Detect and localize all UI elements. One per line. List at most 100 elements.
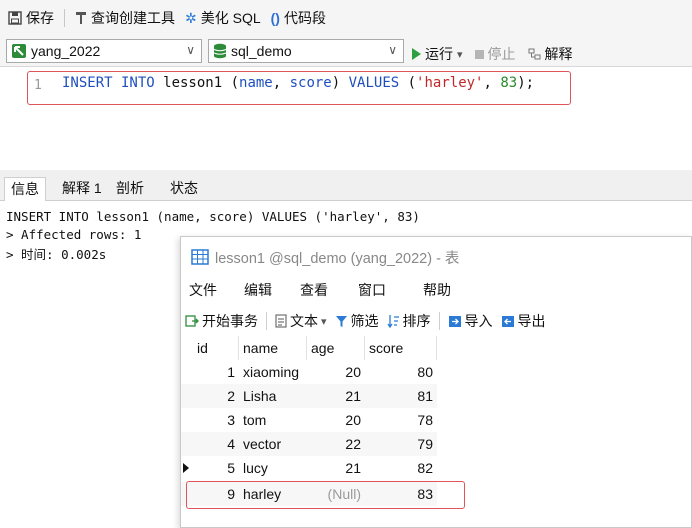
code-snippet-button[interactable]: () 代码段 [271,8,326,28]
save-icon [8,11,22,25]
cell-age[interactable]: 20 [307,360,365,384]
export-button[interactable]: 导出 [501,311,546,331]
cell-age[interactable]: 20 [307,408,365,432]
cell-id[interactable]: 3 [193,408,239,432]
run-button[interactable]: 运行 ▾ [412,44,463,64]
cell-name[interactable]: tom [239,408,307,432]
window-menubar: 文件 编辑 查看 窗口 帮助 [181,277,691,303]
column-header-score[interactable]: score [365,336,437,360]
cell-age[interactable]: 22 [307,432,365,456]
connection-select[interactable]: yang_2022 ∨ [6,39,202,63]
save-button[interactable]: 保存 [8,8,54,28]
beautify-sql-label: 美化 SQL [200,10,261,26]
tab-info[interactable]: 信息 [4,177,46,201]
cell-score[interactable]: 81 [365,384,437,408]
sql-text: ( [399,75,417,91]
sql-keyword: VALUES [348,75,400,91]
magic-wand-icon: ✲ [185,9,197,26]
highlight-box-new-row [186,481,465,509]
connection-name: yang_2022 [31,43,101,59]
table-window[interactable]: lesson1 @sql_demo (yang_2022) - 表 文件 编辑 … [180,236,692,528]
cell-id[interactable]: 5 [193,456,239,480]
table-row[interactable]: 4 vector 22 79 [181,432,437,456]
cell-id[interactable]: 1 [193,360,239,384]
cell-score[interactable]: 79 [365,432,437,456]
filter-icon [335,315,347,327]
tab-status[interactable]: 状态 [164,177,204,201]
text-button[interactable]: 文本 ▾ [275,311,327,331]
menu-window[interactable]: 窗口 [358,280,386,300]
toolbar-divider [266,312,267,330]
query-builder-icon [76,12,86,24]
explain-icon [528,48,541,59]
document-icon [275,314,287,328]
main-toolbar: 保存 查询创建工具 ✲ 美化 SQL () 代码段 [0,0,692,36]
sql-statement[interactable]: INSERT INTO lesson1 (name, score) VALUES… [62,75,534,91]
sort-label: 排序 [402,313,431,329]
chevron-down-icon: ∨ [388,43,397,57]
cell-name[interactable]: lucy [239,456,307,480]
text-dropdown-icon[interactable]: ▾ [321,315,327,328]
cell-score[interactable]: 78 [365,408,437,432]
text-label: 文本 [290,313,318,329]
sort-icon [386,315,399,328]
explain-button[interactable]: 解释 [528,44,573,64]
sort-button[interactable]: 排序 [386,311,431,331]
table-row[interactable]: 1 xiaoming 20 80 [181,360,437,384]
menu-view[interactable]: 查看 [300,280,328,300]
run-label: 运行 [425,46,453,62]
cell-age[interactable]: 21 [307,456,365,480]
sql-editor[interactable]: 1 INSERT INTO lesson1 (name, score) VALU… [0,66,692,170]
cell-age[interactable]: 21 [307,384,365,408]
column-header-age[interactable]: age [307,336,365,360]
tab-explain[interactable]: 解释 1 [56,177,108,201]
table-row[interactable]: 2 Lisha 21 81 [181,384,437,408]
column-header-name[interactable]: name [239,336,307,360]
explain-label: 解释 [544,46,573,62]
beautify-sql-button[interactable]: ✲ 美化 SQL [185,8,261,28]
run-dropdown-icon[interactable]: ▾ [457,48,463,61]
import-button[interactable]: 导入 [448,311,493,331]
output-sql: INSERT INTO lesson1 (name, score) VALUES… [6,209,420,224]
menu-file[interactable]: 文件 [189,280,217,300]
toolbar-divider [64,9,65,27]
connection-bar: yang_2022 ∨ sql_demo ∨ 运行 ▾ 停止 解释 [0,36,692,66]
menu-help[interactable]: 帮助 [423,280,451,300]
import-icon [448,315,461,327]
output-affected-rows: > Affected rows: 1 [6,227,142,242]
import-label: 导入 [464,313,493,329]
cell-id[interactable]: 2 [193,384,239,408]
cell-name[interactable]: vector [239,432,307,456]
sql-text: ); [517,75,535,91]
database-name: sql_demo [231,43,292,59]
table-row[interactable]: 5 lucy 21 82 [181,456,437,480]
cell-id[interactable]: 4 [193,432,239,456]
table-row[interactable]: 3 tom 20 78 [181,408,437,432]
begin-transaction-button[interactable]: 开始事务 [185,311,258,331]
current-row-pointer-icon [183,463,189,473]
filter-label: 筛选 [350,313,379,329]
cell-name[interactable]: xiaoming [239,360,307,384]
tab-profile[interactable]: 剖析 [110,177,150,201]
sql-text: , [483,75,501,91]
sql-string: 'harley' [416,75,484,91]
column-header-id[interactable]: id [193,336,239,360]
window-title: lesson1 @sql_demo (yang_2022) - 表 [215,250,460,267]
transaction-icon [185,315,199,327]
window-title-bar[interactable]: lesson1 @sql_demo (yang_2022) - 表 [181,237,691,277]
connection-icon [12,44,26,58]
stop-button[interactable]: 停止 [474,44,516,64]
export-icon [501,315,514,327]
cell-score[interactable]: 80 [365,360,437,384]
cell-score[interactable]: 82 [365,456,437,480]
sql-column: name [239,75,273,91]
cell-name[interactable]: Lisha [239,384,307,408]
database-select[interactable]: sql_demo ∨ [208,39,404,63]
code-snippet-label: 代码段 [283,10,326,26]
query-builder-button[interactable]: 查询创建工具 [75,8,175,28]
export-label: 导出 [517,313,546,329]
table-icon [191,249,209,265]
filter-button[interactable]: 筛选 [335,311,379,331]
output-time: > 时间: 0.002s [6,247,107,262]
menu-edit[interactable]: 编辑 [244,280,272,300]
